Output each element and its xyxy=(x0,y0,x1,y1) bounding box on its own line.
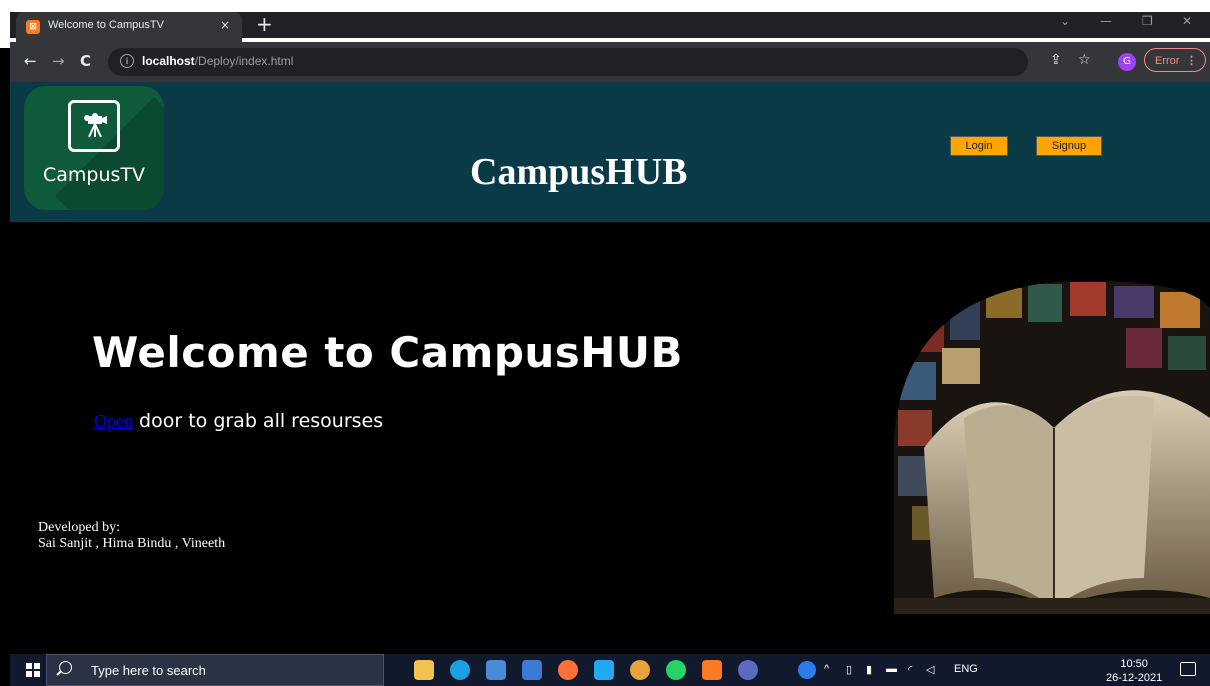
clock-date: 26-12-2021 xyxy=(1106,672,1163,684)
browser-tabbar: ⊠ Welcome to CampusTV × + ⌄ — ❐ ✕ xyxy=(0,0,1210,48)
share-icon[interactable]: ⇪ xyxy=(1050,52,1062,68)
url-text[interactable]: localhost/Deploy/index.html xyxy=(142,54,293,68)
hero-subtitle-text: door to grab all resourses xyxy=(133,410,384,432)
xampp-icon[interactable] xyxy=(702,660,722,680)
language-indicator[interactable]: ENG xyxy=(954,663,978,675)
url-path: /Deploy/index.html xyxy=(194,54,294,68)
chrome-icon[interactable] xyxy=(630,660,650,680)
mail-icon[interactable] xyxy=(522,660,542,680)
notification-icon[interactable] xyxy=(1180,662,1196,676)
file-explorer-icon[interactable] xyxy=(414,660,434,680)
volume-icon[interactable]: ◁ xyxy=(926,663,934,676)
bookmark-star-icon[interactable]: ☆ xyxy=(1078,52,1091,68)
site-info-icon[interactable]: i xyxy=(120,54,134,68)
edge-icon[interactable] xyxy=(450,660,470,680)
credits-heading: Developed by: xyxy=(38,520,121,535)
credits: Developed by: Sai Sanjit , Hima Bindu , … xyxy=(38,520,225,552)
tab-search-icon[interactable]: ⌄ xyxy=(1060,14,1070,28)
open-link[interactable]: Open xyxy=(94,411,133,431)
windows-start-icon[interactable] xyxy=(26,663,40,677)
error-label: Error xyxy=(1155,55,1180,67)
login-button[interactable]: Login xyxy=(950,136,1008,156)
help-icon[interactable] xyxy=(798,661,816,679)
battery-icon[interactable]: ▬ xyxy=(886,663,897,675)
tray-chevron-icon[interactable]: ^ xyxy=(824,663,829,675)
menu-dots-icon: ⋮ xyxy=(1186,55,1197,67)
taskbar-search[interactable]: Type here to search xyxy=(46,654,384,686)
minimize-button[interactable]: — xyxy=(1100,14,1112,28)
book-posters-image xyxy=(894,281,1210,614)
profile-avatar[interactable]: G xyxy=(1118,53,1136,71)
address-bar[interactable]: i localhost/Deploy/index.html xyxy=(108,48,1028,76)
error-button[interactable]: Error ⋮ xyxy=(1144,48,1206,72)
windows-taskbar: Type here to search ^ ▯ ▮ ▬ ◜ ◁ ENG 10:5… xyxy=(10,654,1210,686)
browser-tab[interactable]: ⊠ Welcome to CampusTV × xyxy=(16,12,242,42)
store-icon[interactable] xyxy=(486,660,506,680)
firefox-icon[interactable] xyxy=(558,660,578,680)
url-host: localhost xyxy=(142,54,195,68)
chrome-active-icon[interactable] xyxy=(738,660,758,680)
video-camera-icon xyxy=(84,113,107,138)
search-placeholder: Type here to search xyxy=(91,663,206,678)
hero-subtitle: Open door to grab all resourses xyxy=(94,410,383,432)
wifi-icon[interactable]: ◜ xyxy=(908,663,912,676)
reload-button[interactable]: C xyxy=(80,52,91,70)
credits-names: Sai Sanjit , Hima Bindu , Vineeth xyxy=(38,536,226,551)
tab-title: Welcome to CampusTV xyxy=(48,19,164,31)
browser-toolbar: ← → C i localhost/Deploy/index.html ⇪ ☆ … xyxy=(10,42,1210,82)
back-button[interactable]: ← xyxy=(24,52,37,70)
whatsapp-icon[interactable] xyxy=(666,660,686,680)
clock[interactable]: 10:50 26-12-2021 xyxy=(1106,657,1162,685)
vscode-icon[interactable] xyxy=(594,660,614,680)
tray-mic-icon[interactable]: ▮ xyxy=(866,663,872,676)
logo-text: CampusTV xyxy=(42,164,146,186)
close-window-button[interactable]: ✕ xyxy=(1182,14,1192,28)
new-tab-button[interactable]: + xyxy=(256,12,273,36)
search-icon xyxy=(59,661,72,674)
tab-close-icon[interactable]: × xyxy=(220,18,230,32)
restore-button[interactable]: ❐ xyxy=(1142,14,1153,28)
tray-device-icon[interactable]: ▯ xyxy=(846,663,852,676)
site-header: CampusTV CampusHUB Login Signup xyxy=(10,82,1210,222)
logo-frame xyxy=(68,100,120,152)
forward-button[interactable]: → xyxy=(52,52,65,70)
welcome-heading: Welcome to CampusHUB xyxy=(92,328,684,377)
xampp-favicon-icon: ⊠ xyxy=(26,20,40,34)
site-title: CampusHUB xyxy=(470,151,688,193)
campustv-logo: CampusTV xyxy=(24,86,164,210)
signup-button[interactable]: Signup xyxy=(1036,136,1102,156)
clock-time: 10:50 xyxy=(1120,658,1148,670)
